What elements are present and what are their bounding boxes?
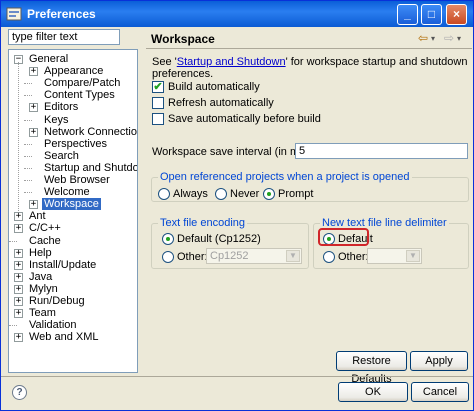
expand-icon[interactable]: + — [14, 224, 23, 234]
tree-connector — [9, 325, 17, 327]
tree-item-label: Workspace — [42, 198, 101, 211]
encoding-legend: Text file encoding — [158, 217, 247, 229]
tree-item-label: Search — [44, 149, 79, 162]
tree-connector — [24, 95, 32, 97]
tree-item-label: Appearance — [44, 65, 104, 78]
tree-item-label: Mylyn — [29, 282, 58, 295]
apply-button[interactable]: Apply — [410, 351, 468, 371]
expand-icon[interactable]: + — [29, 103, 38, 113]
tree-item-label: Perspectives — [44, 137, 107, 150]
tree-connector — [24, 180, 32, 181]
preferences-icon — [6, 7, 22, 21]
tree-connector — [24, 167, 32, 169]
tree-item-label: Validation — [29, 319, 77, 332]
page-header: Workspace ⇦ ▾ ⇨ ▾ — [146, 25, 472, 49]
chevron-down-icon[interactable]: ▼ — [406, 250, 420, 262]
tree-connector — [24, 143, 32, 145]
forward-arrow-icon[interactable]: ⇨ — [444, 31, 454, 45]
close-button[interactable]: × — [446, 4, 467, 25]
forward-dropdown-icon[interactable]: ▾ — [457, 34, 461, 43]
expand-icon[interactable]: + — [29, 127, 38, 137]
ok-button[interactable]: OK — [338, 382, 408, 402]
tree-item-label: Welcome — [44, 186, 90, 199]
encoding-group: Text file encoding Default (Cp1252) Othe… — [151, 217, 309, 269]
tree-item-label: Editors — [44, 101, 79, 114]
tree-connector — [24, 83, 32, 85]
filter-input[interactable] — [8, 29, 120, 45]
expand-icon[interactable]: + — [14, 248, 23, 258]
expand-icon[interactable]: + — [14, 284, 23, 294]
expand-icon[interactable]: + — [29, 200, 38, 210]
maximize-button[interactable]: □ — [421, 4, 442, 25]
minimize-button[interactable]: _ — [397, 4, 418, 25]
expand-icon[interactable]: + — [14, 297, 23, 306]
checkbox-box[interactable] — [152, 113, 164, 125]
delimiter-other-combo[interactable]: ▼ — [367, 248, 422, 264]
tree-item-label: Help — [29, 246, 52, 259]
open-projects-legend: Open referenced projects when a project … — [158, 171, 412, 183]
expand-icon[interactable]: + — [14, 260, 23, 270]
tree-item-label: Compare/Patch — [44, 77, 121, 90]
tree-item-label: Web Browser — [44, 174, 110, 186]
tree-item-label: Team — [29, 307, 56, 320]
tree-item-label: Install/Update — [29, 258, 97, 271]
tree-item-label: Cache — [29, 234, 61, 247]
tree-item-label: Keys — [44, 113, 69, 126]
expand-icon[interactable]: + — [14, 212, 23, 222]
preferences-window: Preferences _ □ × −General+AppearanceCom… — [0, 0, 474, 411]
tree-item-label: Web and XML — [29, 331, 99, 344]
expand-icon[interactable]: + — [29, 67, 38, 77]
tree-item-label: C/C++ — [29, 222, 61, 235]
tree-guide-line — [18, 62, 19, 212]
cancel-button[interactable]: Cancel — [411, 382, 469, 402]
tree-item-label: General — [29, 53, 69, 65]
help-icon[interactable]: ? — [12, 385, 27, 400]
checkbox-box[interactable]: ✔ — [152, 81, 164, 93]
expand-icon[interactable]: + — [14, 309, 23, 319]
tree-connector — [24, 192, 32, 194]
tree-item-label: Java — [29, 270, 53, 283]
highlight-annotation — [318, 228, 369, 246]
expand-icon[interactable]: + — [14, 333, 23, 343]
title-bar[interactable]: Preferences _ □ × — [1, 1, 473, 27]
preference-tree[interactable]: − General + Appearance Compare/Patch Content … — [8, 49, 138, 373]
chevron-down-icon[interactable]: ▼ — [286, 250, 300, 262]
startup-shutdown-link[interactable]: Startup and Shutdown — [177, 56, 286, 68]
tree-item-label: Run/Debug — [29, 295, 85, 307]
tree-item-label: Content Types — [44, 89, 115, 102]
back-arrow-icon[interactable]: ⇦ — [418, 31, 428, 45]
back-dropdown-icon[interactable]: ▾ — [431, 34, 435, 43]
checkbox-box[interactable] — [152, 97, 164, 109]
intro-text: See 'Startup and Shutdown' for workspace… — [152, 56, 468, 80]
header-divider — [146, 48, 472, 49]
footer-divider — [1, 376, 473, 377]
restore-defaults-button[interactable]: Restore Defaults — [336, 351, 407, 385]
tree-item-label: Ant — [29, 210, 46, 223]
encoding-other-combo[interactable]: Cp1252 ▼ — [206, 248, 302, 264]
open-projects-group: Open referenced projects when a project … — [151, 171, 469, 202]
tree-item-label: Network Connections — [44, 125, 137, 138]
tree-connector — [24, 155, 32, 157]
page-title: Workspace — [151, 32, 215, 46]
tree-connector — [9, 240, 17, 242]
expand-icon[interactable]: + — [14, 272, 23, 282]
save-interval-input[interactable] — [295, 143, 468, 159]
tree-item-label: Startup and Shutdown — [44, 161, 138, 174]
tree-connector — [24, 119, 32, 121]
window-title: Preferences — [27, 7, 96, 21]
